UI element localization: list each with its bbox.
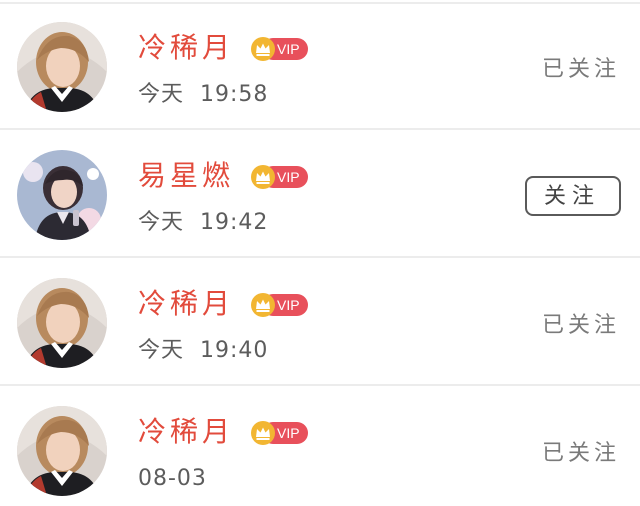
divider: [0, 384, 640, 386]
avatar[interactable]: [17, 22, 107, 112]
vip-label: VIP: [277, 41, 300, 57]
followed-status: 已关注: [541, 313, 620, 338]
avatar-image: [17, 278, 107, 368]
user-name[interactable]: 冷稀月: [138, 414, 234, 450]
user-name[interactable]: 冷稀月: [138, 30, 234, 66]
follow-button[interactable]: 关注: [525, 176, 621, 216]
user-name[interactable]: 冷稀月: [138, 286, 234, 322]
list-item[interactable]: 冷稀月 VIP 今天 19:58 已关注: [0, 4, 640, 130]
avatar[interactable]: [17, 406, 107, 496]
timestamp: 今天 19:40: [138, 338, 269, 363]
vip-badge: VIP: [250, 420, 308, 446]
avatar[interactable]: [17, 278, 107, 368]
vip-badge: VIP: [250, 36, 308, 62]
avatar-image: [17, 22, 107, 112]
follower-list: 冷稀月 VIP 今天 19:58 已关注 易星燃 VIP 今天 19:42 关注…: [0, 0, 640, 506]
list-item[interactable]: 冷稀月 VIP 08-03 已关注: [0, 388, 640, 506]
user-name[interactable]: 易星燃: [138, 158, 234, 194]
timestamp: 今天 19:42: [138, 210, 269, 235]
followed-status: 已关注: [541, 57, 620, 82]
followed-status: 已关注: [541, 441, 620, 466]
avatar[interactable]: [17, 150, 107, 240]
timestamp: 今天 19:58: [138, 82, 269, 107]
vip-label: VIP: [277, 425, 300, 441]
timestamp: 08-03: [138, 466, 207, 491]
list-item[interactable]: 易星燃 VIP 今天 19:42 关注: [0, 132, 640, 258]
crown-icon: [250, 292, 276, 318]
avatar-image: [17, 406, 107, 496]
vip-badge: VIP: [250, 292, 308, 318]
crown-icon: [250, 164, 276, 190]
vip-label: VIP: [277, 297, 300, 313]
vip-label: VIP: [277, 169, 300, 185]
vip-badge: VIP: [250, 164, 308, 190]
list-item[interactable]: 冷稀月 VIP 今天 19:40 已关注: [0, 260, 640, 386]
avatar-image: [17, 150, 107, 240]
crown-icon: [250, 36, 276, 62]
divider: [0, 256, 640, 258]
crown-icon: [250, 420, 276, 446]
divider: [0, 128, 640, 130]
